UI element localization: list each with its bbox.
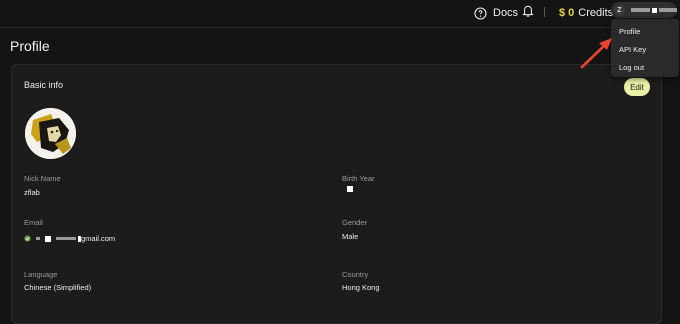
top-bar: Docs $ 0 Credits Z [0, 0, 680, 28]
nick-name-label: Nick Name [24, 174, 61, 183]
profile-avatar[interactable] [25, 108, 76, 159]
redacted-username [652, 7, 658, 13]
user-avatar: Z [614, 4, 625, 16]
credits-label: Credits [578, 7, 614, 19]
avatar-image [25, 108, 76, 159]
page-title: Profile [10, 38, 50, 54]
email-domain: gmail.com [81, 234, 116, 243]
credits-amount: $ 0 [559, 7, 575, 19]
redacted-username [659, 8, 677, 12]
gender-label: Gender [342, 218, 368, 227]
email-label: Email [24, 218, 43, 227]
birth-year-value [347, 185, 353, 194]
edit-button[interactable]: Edit [624, 78, 650, 96]
country-value: Hong Kong [342, 283, 380, 292]
shield-check-icon [24, 235, 31, 242]
redacted-email [45, 235, 51, 242]
birth-year-label: Birth Year [342, 174, 375, 183]
redacted-username [630, 8, 651, 12]
gender-value: Male [342, 232, 359, 241]
basic-info-card: Basic info Edit Nick Name zflab Birth Ye… [11, 64, 662, 324]
menu-item-log-out[interactable]: Log out [619, 63, 644, 72]
redacted-birth-year [347, 186, 353, 192]
redacted-email [36, 237, 40, 240]
email-value: gmail.com [24, 234, 115, 243]
user-dropdown-menu: Profile API Key Log out [611, 19, 679, 77]
menu-item-profile[interactable]: Profile [619, 27, 640, 36]
country-label: Country [342, 270, 369, 279]
basic-info-title: Basic info [24, 80, 64, 90]
docs-label: Docs [493, 7, 519, 19]
help-circle-icon [474, 6, 487, 20]
language-value: Chinese (Simplified) [24, 283, 92, 292]
redacted-email [56, 237, 76, 240]
docs-link[interactable]: Docs [474, 3, 518, 23]
menu-item-api-key[interactable]: API Key [619, 45, 646, 54]
bell-icon[interactable] [522, 4, 534, 17]
credits-display[interactable]: $ 0 Credits [559, 3, 613, 23]
user-menu-button[interactable]: Z [611, 2, 677, 18]
topbar-divider [544, 7, 545, 17]
language-label: Language [24, 270, 58, 279]
nick-name-value: zflab [24, 188, 40, 197]
annotation-arrow [580, 38, 612, 69]
